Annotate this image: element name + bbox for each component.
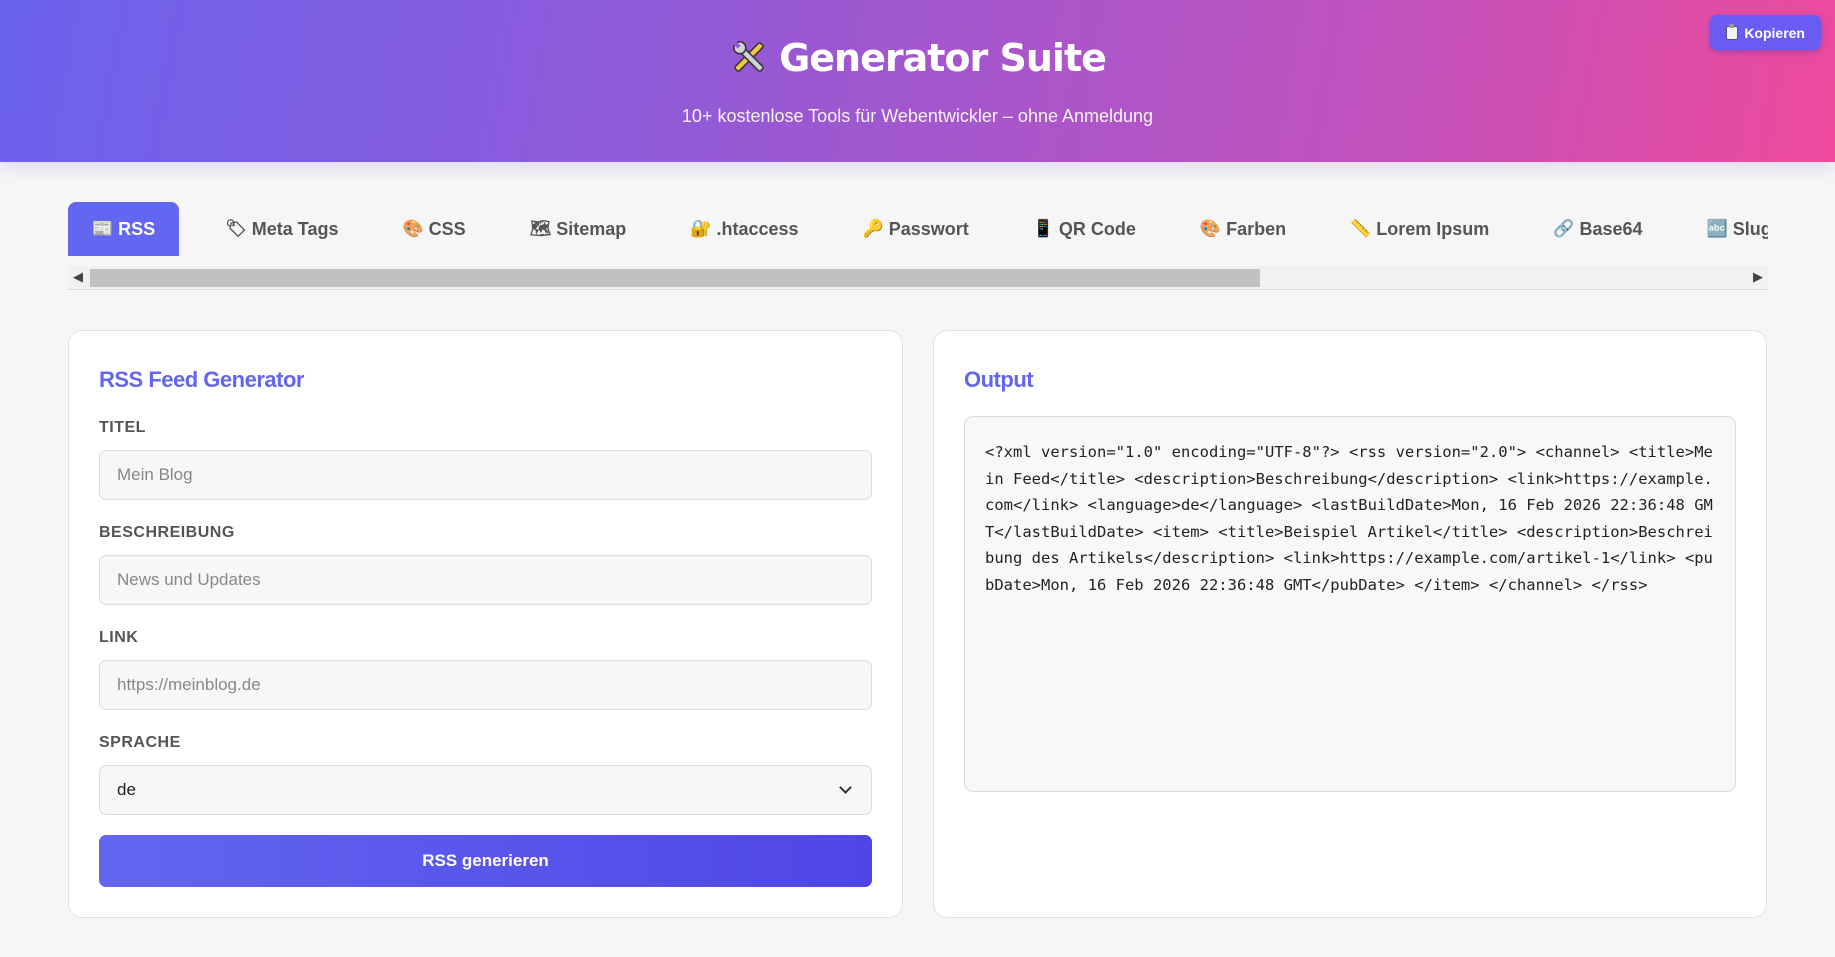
tab-passwort[interactable]: 🔑 Passwort: [845, 202, 987, 256]
tab-meta-tags[interactable]: 🏷 Meta Tags: [207, 202, 356, 256]
description-input[interactable]: [99, 555, 872, 605]
app-title: Generator Suite: [0, 36, 1835, 86]
newspaper-icon: 📰: [92, 219, 114, 239]
generate-rss-button[interactable]: RSS generieren: [99, 835, 872, 887]
title-label: TITEL: [99, 419, 146, 436]
link-input[interactable]: [99, 660, 872, 710]
key-icon: 🔑: [862, 219, 884, 239]
clipboard-icon: [1726, 23, 1739, 40]
output-card: Output <?xml version="1.0" encoding="UTF…: [933, 330, 1767, 918]
palette-icon: 🎨: [402, 219, 424, 239]
ruler-icon: 📏: [1350, 219, 1372, 239]
lock-icon: 🔐: [690, 219, 712, 239]
chevron-down-icon: [839, 781, 852, 794]
tag-icon: 🏷: [225, 219, 247, 239]
copy-button[interactable]: Kopieren: [1710, 15, 1821, 50]
abc-icon: 🔤: [1706, 219, 1728, 239]
tab-scrollbar[interactable]: ◀ ▶: [68, 266, 1768, 290]
app-title-text: Generator Suite: [779, 36, 1107, 80]
tab-label: Sitemap: [556, 218, 627, 239]
tab-label: QR Code: [1058, 218, 1136, 239]
tab-sitemap[interactable]: 🗺 Sitemap: [512, 202, 645, 256]
page-header: Generator Suite 10+ kostenlose Tools für…: [0, 0, 1835, 162]
language-label: SPRACHE: [99, 734, 181, 751]
tab-lorem-ipsum[interactable]: 📏 Lorem Ipsum: [1332, 202, 1507, 256]
tool-tab-bar: 📰 RSS 🏷 Meta Tags 🎨 CSS 🗺 Sitemap 🔐 .hta…: [68, 202, 1768, 290]
tools-icon: [729, 37, 769, 86]
tab-label: Base64: [1579, 218, 1643, 239]
description-label: BESCHREIBUNG: [99, 524, 235, 541]
tab-rss[interactable]: 📰 RSS: [68, 202, 180, 256]
scroll-thumb[interactable]: [90, 269, 1260, 287]
tab-label: RSS: [118, 218, 156, 239]
tab-label: CSS: [428, 218, 466, 239]
app-tagline: 10+ kostenlose Tools für Webentwickler –…: [681, 106, 1154, 126]
link-label: LINK: [99, 629, 139, 646]
output-code[interactable]: <?xml version="1.0" encoding="UTF-8"?> <…: [964, 416, 1736, 792]
link-icon: 🔗: [1553, 219, 1575, 239]
tab-label: .htaccess: [716, 218, 799, 239]
map-icon: 🗺: [529, 219, 552, 239]
language-select[interactable]: de: [99, 765, 872, 815]
tool-tabs: 📰 RSS 🏷 Meta Tags 🎨 CSS 🗺 Sitemap 🔐 .hta…: [68, 202, 1768, 256]
tab-slug[interactable]: 🔤 Slug: [1689, 202, 1768, 256]
tab-css[interactable]: 🎨 CSS: [384, 202, 483, 256]
copy-button-label: Kopieren: [1744, 24, 1805, 41]
tab-label: Farben: [1226, 218, 1287, 239]
phone-icon: 📱: [1032, 219, 1054, 239]
tab-label: Passwort: [888, 218, 969, 239]
tab-qr-code[interactable]: 📱 QR Code: [1015, 202, 1154, 256]
tab-label: Meta Tags: [251, 218, 339, 239]
tab-farben[interactable]: 🎨 Farben: [1182, 202, 1304, 256]
tab-label: Lorem Ipsum: [1376, 218, 1490, 239]
tab-label: Slug: [1732, 218, 1768, 239]
scroll-left-icon[interactable]: ◀: [68, 268, 88, 288]
rss-form-card: RSS Feed Generator TITEL BESCHREIBUNG LI…: [68, 330, 903, 918]
output-title: Output: [964, 367, 1034, 392]
tab-base64[interactable]: 🔗 Base64: [1535, 202, 1660, 256]
scroll-right-icon[interactable]: ▶: [1748, 268, 1768, 288]
tab-htaccess[interactable]: 🔐 .htaccess: [672, 202, 816, 256]
title-input[interactable]: [99, 450, 872, 500]
form-title: RSS Feed Generator: [99, 367, 304, 392]
language-select-value: de: [117, 780, 136, 799]
palette-icon: 🎨: [1199, 219, 1222, 239]
